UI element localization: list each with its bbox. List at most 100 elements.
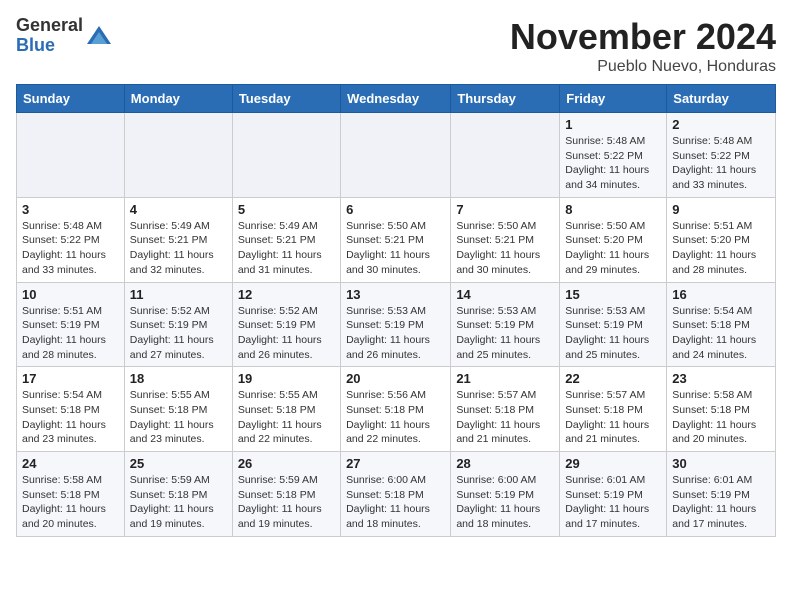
day-number: 15 (565, 287, 661, 302)
day-info-text: Sunrise: 5:49 AM Sunset: 5:21 PM Dayligh… (238, 219, 335, 278)
day-info-text: Sunrise: 5:51 AM Sunset: 5:20 PM Dayligh… (672, 219, 770, 278)
day-number: 11 (130, 287, 227, 302)
logo-icon (85, 22, 113, 50)
day-number: 30 (672, 456, 770, 471)
day-number: 12 (238, 287, 335, 302)
day-info-text: Sunrise: 5:51 AM Sunset: 5:19 PM Dayligh… (22, 304, 119, 363)
day-number: 29 (565, 456, 661, 471)
calendar-header-row: SundayMondayTuesdayWednesdayThursdayFrid… (17, 85, 776, 113)
day-info-text: Sunrise: 5:54 AM Sunset: 5:18 PM Dayligh… (22, 388, 119, 447)
calendar-cell: 3Sunrise: 5:48 AM Sunset: 5:22 PM Daylig… (17, 197, 125, 282)
day-of-week-header: Thursday (451, 85, 560, 113)
day-number: 27 (346, 456, 445, 471)
day-info-text: Sunrise: 5:48 AM Sunset: 5:22 PM Dayligh… (22, 219, 119, 278)
day-number: 8 (565, 202, 661, 217)
day-info-text: Sunrise: 5:50 AM Sunset: 5:21 PM Dayligh… (456, 219, 554, 278)
day-number: 25 (130, 456, 227, 471)
calendar-cell: 1 Sunrise: 5:48 AM Sunset: 5:22 PM Daylig… (560, 113, 667, 198)
calendar-week-row: 24 Sunrise: 5:58 AM Sunset: 5:18 PM Dayli… (17, 452, 776, 537)
day-number: 24 (22, 456, 119, 471)
day-info-text: Sunrise: 5:53 AM Sunset: 5:19 PM Dayligh… (565, 304, 661, 363)
calendar-table: SundayMondayTuesdayWednesdayThursdayFrid… (16, 84, 776, 537)
day-info-text: Sunrise: 6:00 AM Sunset: 5:19 PM Dayligh… (456, 473, 554, 532)
day-info-text: Sunrise: 5:58 AM Sunset: 5:18 PM Dayligh… (22, 473, 119, 532)
day-number: 19 (238, 371, 335, 386)
day-info-text: Sunrise: 5:57 AM Sunset: 5:18 PM Dayligh… (456, 388, 554, 447)
day-number: 21 (456, 371, 554, 386)
day-info-text: Sunrise: 5:50 AM Sunset: 5:21 PM Dayligh… (346, 219, 445, 278)
calendar-cell: 7 Sunrise: 5:50 AM Sunset: 5:21 PM Daylig… (451, 197, 560, 282)
calendar-cell: 5 Sunrise: 5:49 AM Sunset: 5:21 PM Daylig… (232, 197, 340, 282)
calendar-cell: 8 Sunrise: 5:50 AM Sunset: 5:20 PM Daylig… (560, 197, 667, 282)
calendar-cell: 4 Sunrise: 5:49 AM Sunset: 5:21 PM Daylig… (124, 197, 232, 282)
calendar-cell: 13 Sunrise: 5:53 AM Sunset: 5:19 PM Dayli… (341, 282, 451, 367)
month-year-title: November 2024 (510, 16, 776, 58)
day-info-text: Sunrise: 6:00 AM Sunset: 5:18 PM Dayligh… (346, 473, 445, 532)
day-info-text: Sunrise: 5:55 AM Sunset: 5:18 PM Dayligh… (130, 388, 227, 447)
calendar-cell: 15 Sunrise: 5:53 AM Sunset: 5:19 PM Dayli… (560, 282, 667, 367)
day-number: 18 (130, 371, 227, 386)
day-info-text: Sunrise: 5:54 AM Sunset: 5:18 PM Dayligh… (672, 304, 770, 363)
day-number: 20 (346, 371, 445, 386)
calendar-cell: 16 Sunrise: 5:54 AM Sunset: 5:18 PM Dayli… (667, 282, 776, 367)
calendar-cell: 14 Sunrise: 5:53 AM Sunset: 5:19 PM Dayli… (451, 282, 560, 367)
day-info-text: Sunrise: 6:01 AM Sunset: 5:19 PM Dayligh… (565, 473, 661, 532)
calendar-cell: 2 Sunrise: 5:48 AM Sunset: 5:22 PM Daylig… (667, 113, 776, 198)
day-number: 16 (672, 287, 770, 302)
day-number: 5 (238, 202, 335, 217)
day-info-text: Sunrise: 5:49 AM Sunset: 5:21 PM Dayligh… (130, 219, 227, 278)
page-header: General Blue November 2024 Pueblo Nuevo,… (16, 16, 776, 76)
day-number: 14 (456, 287, 554, 302)
calendar-cell (341, 113, 451, 198)
day-number: 7 (456, 202, 554, 217)
day-info-text: Sunrise: 5:59 AM Sunset: 5:18 PM Dayligh… (238, 473, 335, 532)
day-info-text: Sunrise: 5:52 AM Sunset: 5:19 PM Dayligh… (238, 304, 335, 363)
day-of-week-header: Friday (560, 85, 667, 113)
day-info-text: Sunrise: 5:48 AM Sunset: 5:22 PM Dayligh… (672, 134, 770, 193)
day-number: 28 (456, 456, 554, 471)
calendar-cell (232, 113, 340, 198)
day-number: 26 (238, 456, 335, 471)
calendar-cell (17, 113, 125, 198)
calendar-cell: 29 Sunrise: 6:01 AM Sunset: 5:19 PM Dayli… (560, 452, 667, 537)
calendar-cell: 6Sunrise: 5:50 AM Sunset: 5:21 PM Daylig… (341, 197, 451, 282)
calendar-cell: 27 Sunrise: 6:00 AM Sunset: 5:18 PM Dayli… (341, 452, 451, 537)
day-info-text: Sunrise: 6:01 AM Sunset: 5:19 PM Dayligh… (672, 473, 770, 532)
day-of-week-header: Monday (124, 85, 232, 113)
day-info-text: Sunrise: 5:56 AM Sunset: 5:18 PM Dayligh… (346, 388, 445, 447)
calendar-cell: 21 Sunrise: 5:57 AM Sunset: 5:18 PM Dayli… (451, 367, 560, 452)
calendar-cell: 10Sunrise: 5:51 AM Sunset: 5:19 PM Dayli… (17, 282, 125, 367)
calendar-cell: 25Sunrise: 5:59 AM Sunset: 5:18 PM Dayli… (124, 452, 232, 537)
day-number: 17 (22, 371, 119, 386)
day-number: 2 (672, 117, 770, 132)
day-number: 22 (565, 371, 661, 386)
calendar-week-row: 10Sunrise: 5:51 AM Sunset: 5:19 PM Dayli… (17, 282, 776, 367)
calendar-cell: 20 Sunrise: 5:56 AM Sunset: 5:18 PM Dayli… (341, 367, 451, 452)
calendar-week-row: 3Sunrise: 5:48 AM Sunset: 5:22 PM Daylig… (17, 197, 776, 282)
calendar-cell: 23Sunrise: 5:58 AM Sunset: 5:18 PM Dayli… (667, 367, 776, 452)
logo-general: General (16, 15, 83, 35)
day-info-text: Sunrise: 5:57 AM Sunset: 5:18 PM Dayligh… (565, 388, 661, 447)
calendar-cell: 19 Sunrise: 5:55 AM Sunset: 5:18 PM Dayli… (232, 367, 340, 452)
day-info-text: Sunrise: 5:53 AM Sunset: 5:19 PM Dayligh… (346, 304, 445, 363)
calendar-cell: 12 Sunrise: 5:52 AM Sunset: 5:19 PM Dayli… (232, 282, 340, 367)
day-info-text: Sunrise: 5:52 AM Sunset: 5:19 PM Dayligh… (130, 304, 227, 363)
day-info-text: Sunrise: 5:53 AM Sunset: 5:19 PM Dayligh… (456, 304, 554, 363)
day-of-week-header: Tuesday (232, 85, 340, 113)
logo-blue: Blue (16, 35, 55, 55)
logo: General Blue (16, 16, 113, 56)
calendar-cell (451, 113, 560, 198)
day-info-text: Sunrise: 5:50 AM Sunset: 5:20 PM Dayligh… (565, 219, 661, 278)
day-number: 1 (565, 117, 661, 132)
calendar-cell (124, 113, 232, 198)
day-number: 13 (346, 287, 445, 302)
day-number: 4 (130, 202, 227, 217)
day-info-text: Sunrise: 5:48 AM Sunset: 5:22 PM Dayligh… (565, 134, 661, 193)
day-info-text: Sunrise: 5:55 AM Sunset: 5:18 PM Dayligh… (238, 388, 335, 447)
calendar-cell: 30 Sunrise: 6:01 AM Sunset: 5:19 PM Dayli… (667, 452, 776, 537)
calendar-cell: 28 Sunrise: 6:00 AM Sunset: 5:19 PM Dayli… (451, 452, 560, 537)
day-info-text: Sunrise: 5:58 AM Sunset: 5:18 PM Dayligh… (672, 388, 770, 447)
calendar-cell: 24 Sunrise: 5:58 AM Sunset: 5:18 PM Dayli… (17, 452, 125, 537)
calendar-cell: 18 Sunrise: 5:55 AM Sunset: 5:18 PM Dayli… (124, 367, 232, 452)
calendar-week-row: 17 Sunrise: 5:54 AM Sunset: 5:18 PM Dayli… (17, 367, 776, 452)
